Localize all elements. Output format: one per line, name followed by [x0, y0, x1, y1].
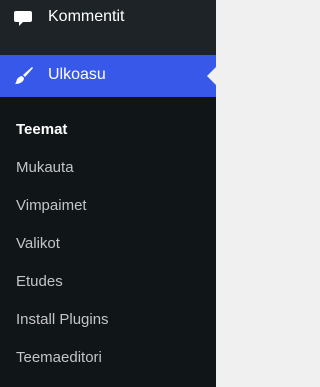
submenu-item-customize[interactable]: Mukauta: [16, 159, 74, 176]
menu-item-appearance[interactable]: Ulkoasu: [0, 55, 216, 97]
admin-sidebar: Kommentit Ulkoasu Teemat Mukauta Vimpaim…: [0, 0, 216, 387]
menu-label-appearance: Ulkoasu: [48, 66, 106, 83]
submenu-item-widgets[interactable]: Vimpaimet: [16, 197, 87, 214]
comment-icon: [12, 6, 36, 30]
submenu-item-install-plugins[interactable]: Install Plugins: [16, 311, 109, 328]
submenu-item-etudes[interactable]: Etudes: [16, 273, 63, 290]
submenu-item-theme-editor[interactable]: Teemaeditori: [16, 349, 102, 366]
current-menu-arrow: [207, 67, 216, 85]
menu-item-comments[interactable]: Kommentit: [0, 0, 216, 37]
submenu-item-menus[interactable]: Valikot: [16, 235, 60, 252]
menu-label-comments: Kommentit: [48, 8, 125, 25]
paintbrush-icon: [12, 64, 36, 88]
appearance-submenu: Teemat Mukauta Vimpaimet Valikot Etudes …: [0, 97, 216, 387]
submenu-item-themes[interactable]: Teemat: [16, 121, 67, 138]
